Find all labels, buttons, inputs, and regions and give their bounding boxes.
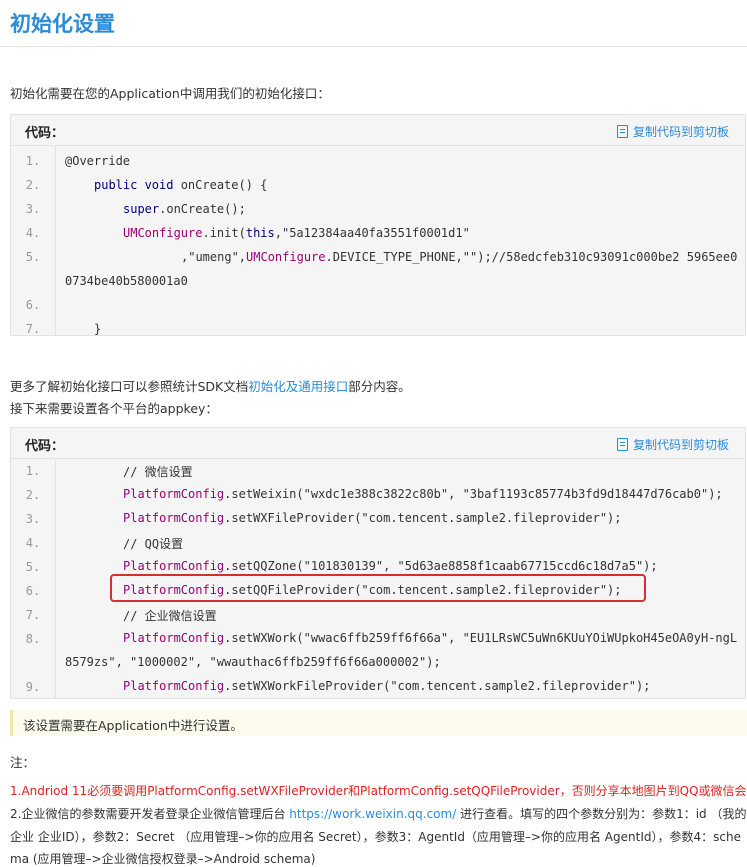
page-title: 初始化设置 <box>10 12 115 36</box>
code-line: UMConfigure.init(this,"5a12384aa40fa3551… <box>123 226 470 240</box>
code-comment: // 微信设置 <box>123 465 193 479</box>
copy-label: 复制代码到剪切板 <box>632 438 729 452</box>
code-line: PlatformConfig.setWeixin("wxdc1e388c3822… <box>123 487 723 501</box>
code-label: 代码： <box>25 439 65 454</box>
line-number: 7. <box>25 322 41 336</box>
code-header: 代码： 复制代码到剪切板 <box>11 115 745 146</box>
highlight-box <box>110 574 646 602</box>
line-number: 4. <box>25 536 41 550</box>
copy-code-button[interactable]: 复制代码到剪切板 <box>616 436 729 453</box>
copy-code-button[interactable]: 复制代码到剪切板 <box>616 123 729 140</box>
line-number: 1. <box>25 154 41 168</box>
copy-icon <box>616 125 628 138</box>
line-number: 8. <box>25 632 41 646</box>
code-line: } <box>94 322 102 336</box>
code-line: PlatformConfig.setWXFileProvider("com.te… <box>123 511 622 525</box>
line-number: 3. <box>25 202 41 216</box>
notes-heading: 注： <box>10 755 36 770</box>
code-header: 代码： 复制代码到剪切板 <box>11 428 745 459</box>
line-number: 4. <box>25 226 41 240</box>
code-block-1: 代码： 复制代码到剪切板 1. 2. 3. 4. 5. 6. 7. @Overr… <box>10 114 746 336</box>
code-line: PlatformConfig.setWXWorkFileProvider("co… <box>123 679 651 693</box>
line-number: 1. <box>25 464 41 478</box>
code-comment: // QQ设置 <box>123 537 184 551</box>
code-line: PlatformConfig.setQQZone("101830139", "5… <box>123 559 658 573</box>
code-comment: // 企业微信设置 <box>123 609 217 623</box>
line-number: 6. <box>25 298 41 312</box>
note-item-2-cont: 企业 企业ID），参数2：Secret （应用管理–>你的应用名 Secret）… <box>10 830 741 844</box>
note-text: 该设置需要在Application中进行设置。 <box>23 718 243 733</box>
note-callout: 该设置需要在Application中进行设置。 <box>10 710 747 736</box>
code-line: super.onCreate(); <box>123 202 246 216</box>
line-number: 2. <box>25 178 41 192</box>
init-api-link[interactable]: 初始化及通用接口 <box>248 379 348 394</box>
code-line-wrap: 0734be40b580001a0 <box>65 274 188 288</box>
copy-icon <box>616 438 628 451</box>
code-line: public void onCreate() { <box>94 178 268 192</box>
code-label: 代码： <box>25 126 65 141</box>
line-number: 3. <box>25 512 41 526</box>
intro-text: 初始化需要在您的Application中调用我们的初始化接口： <box>10 86 330 101</box>
code-line: PlatformConfig.setWXWork("wwac6ffb259ff6… <box>123 631 738 645</box>
line-number: 6. <box>25 584 41 598</box>
code-block-2: 代码： 复制代码到剪切板 1. 2. 3. 4. 5. 6. 7. 8. 9. … <box>10 427 746 699</box>
line-gutter: 1. 2. 3. 4. 5. 6. 7. <box>11 146 56 336</box>
line-number: 2. <box>25 488 41 502</box>
more-info-text: 更多了解初始化接口可以参照统计SDK文档初始化及通用接口部分内容。 <box>10 379 411 394</box>
note-item-2-cont: ma (应用管理–>企业微信授权登录–>Android schema) <box>10 852 316 866</box>
line-number: 5. <box>25 560 41 574</box>
wework-admin-link[interactable]: https://work.weixin.qq.com/ <box>289 807 456 821</box>
line-number: 7. <box>25 608 41 622</box>
note-item-2: 2.企业微信的参数需要开发者登录企业微信管理后台 https://work.we… <box>10 807 747 821</box>
code-line: @Override <box>65 154 131 168</box>
copy-label: 复制代码到剪切板 <box>632 125 729 139</box>
line-number: 9. <box>25 680 41 694</box>
line-gutter: 1. 2. 3. 4. 5. 6. 7. 8. 9. <box>11 459 56 698</box>
title-divider <box>0 46 747 47</box>
appkey-text: 接下来需要设置各个平台的appkey： <box>10 401 218 416</box>
code-line-wrap: 8579zs", "1000002", "wwauthac6ffb259ff6f… <box>65 655 441 669</box>
line-number: 5. <box>25 250 41 264</box>
note-item-1: 1.Andriod 11必须要调用PlatformConfig.setWXFil… <box>10 784 747 798</box>
code-line: ,"umeng",UMConfigure.DEVICE_TYPE_PHONE,"… <box>181 250 738 264</box>
